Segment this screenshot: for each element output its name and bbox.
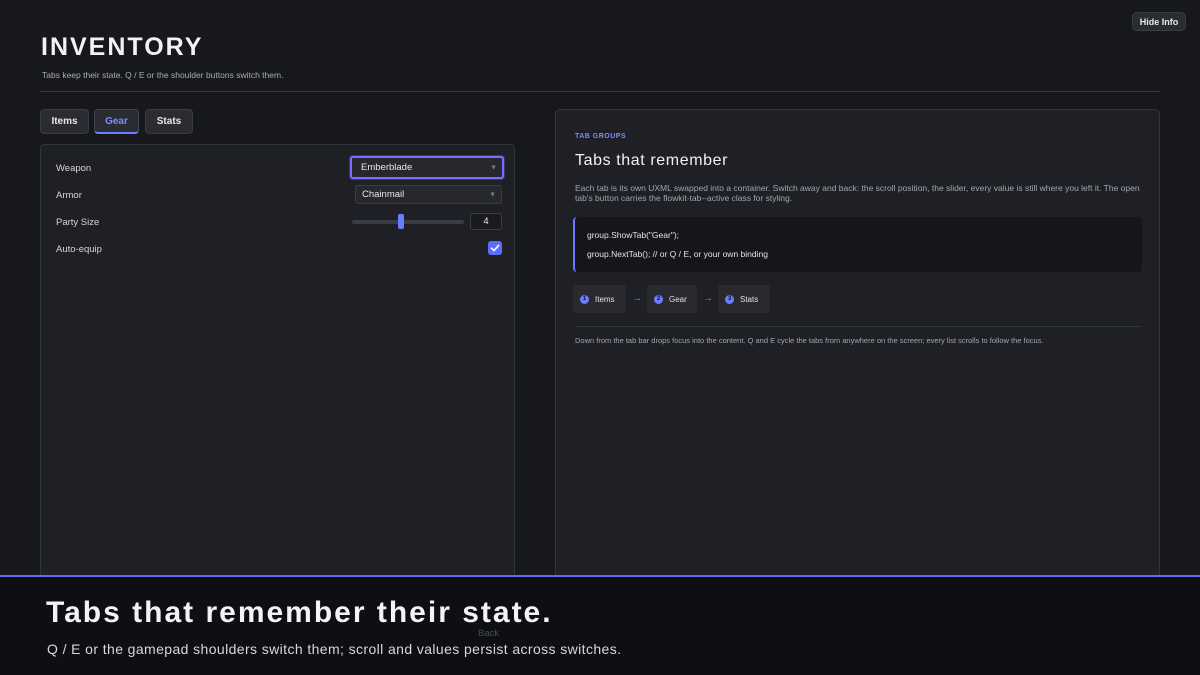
weapon-label: Weapon — [56, 163, 92, 174]
step-stats: 3 Stats — [718, 285, 770, 313]
code-line: group.ShowTab("Gear"); — [587, 230, 680, 240]
party-size-slider-handle[interactable] — [398, 214, 404, 229]
step-gear: 2 Gear — [647, 285, 697, 313]
overlay-title: Tabs that remember their state. — [46, 596, 553, 629]
info-divider — [575, 326, 1141, 327]
chevron-down-icon: ▼ — [490, 164, 497, 171]
party-size-slider[interactable] — [352, 220, 464, 224]
arrow-right-icon: → — [632, 293, 642, 304]
step-number: 1 — [580, 294, 589, 304]
info-footer: Down from the tab bar drops focus into t… — [575, 336, 1044, 345]
step-number: 2 — [654, 294, 663, 304]
armor-label: Armor — [56, 190, 82, 201]
armor-select[interactable]: Chainmail ▼ — [355, 185, 502, 204]
info-panel: TAB GROUPS Tabs that remember Each tab i… — [555, 109, 1160, 584]
chevron-down-icon: ▼ — [489, 191, 496, 198]
step-label: Items — [595, 294, 615, 304]
auto-equip-checkbox[interactable] — [488, 241, 502, 255]
weapon-select-value: Emberblade — [361, 162, 413, 173]
step-label: Gear — [669, 294, 687, 304]
page-title: INVENTORY — [41, 33, 204, 61]
page-subtitle: Tabs keep their state. Q / E or the shou… — [42, 70, 284, 80]
code-line: group.NextTab(); // or Q / E, or your ow… — [587, 249, 768, 259]
auto-equip-label: Auto-equip — [56, 244, 102, 255]
armor-select-value: Chainmail — [362, 189, 405, 200]
code-block: group.ShowTab("Gear"); group.NextTab(); … — [573, 217, 1142, 272]
gear-panel: Weapon Emberblade ▼ Armor Chainmail ▼ Pa… — [40, 144, 515, 584]
checkmark-icon — [490, 244, 500, 252]
caption-overlay: Back Tabs that remember their state. Q /… — [0, 575, 1200, 675]
party-size-label: Party Size — [56, 217, 100, 228]
party-size-input[interactable]: 4 — [470, 213, 502, 230]
tab-items[interactable]: Items — [40, 109, 89, 134]
info-title: Tabs that remember — [575, 152, 729, 169]
back-button[interactable]: Back — [478, 628, 506, 642]
tab-stats[interactable]: Stats — [145, 109, 193, 134]
step-label: Stats — [740, 294, 759, 304]
weapon-select[interactable]: Emberblade ▼ — [350, 156, 504, 179]
hide-info-button[interactable]: Hide Info — [1132, 12, 1186, 31]
header-divider — [40, 91, 1160, 92]
arrow-right-icon: → — [703, 293, 713, 304]
info-description: Each tab is its own UXML swapped into a … — [575, 183, 1140, 203]
overlay-subtitle: Q / E or the gamepad shoulders switch th… — [47, 641, 622, 657]
tab-gear[interactable]: Gear — [94, 109, 139, 134]
step-items: 1 Items — [573, 285, 626, 313]
step-number: 3 — [725, 294, 734, 304]
info-eyebrow: TAB GROUPS — [575, 133, 627, 140]
